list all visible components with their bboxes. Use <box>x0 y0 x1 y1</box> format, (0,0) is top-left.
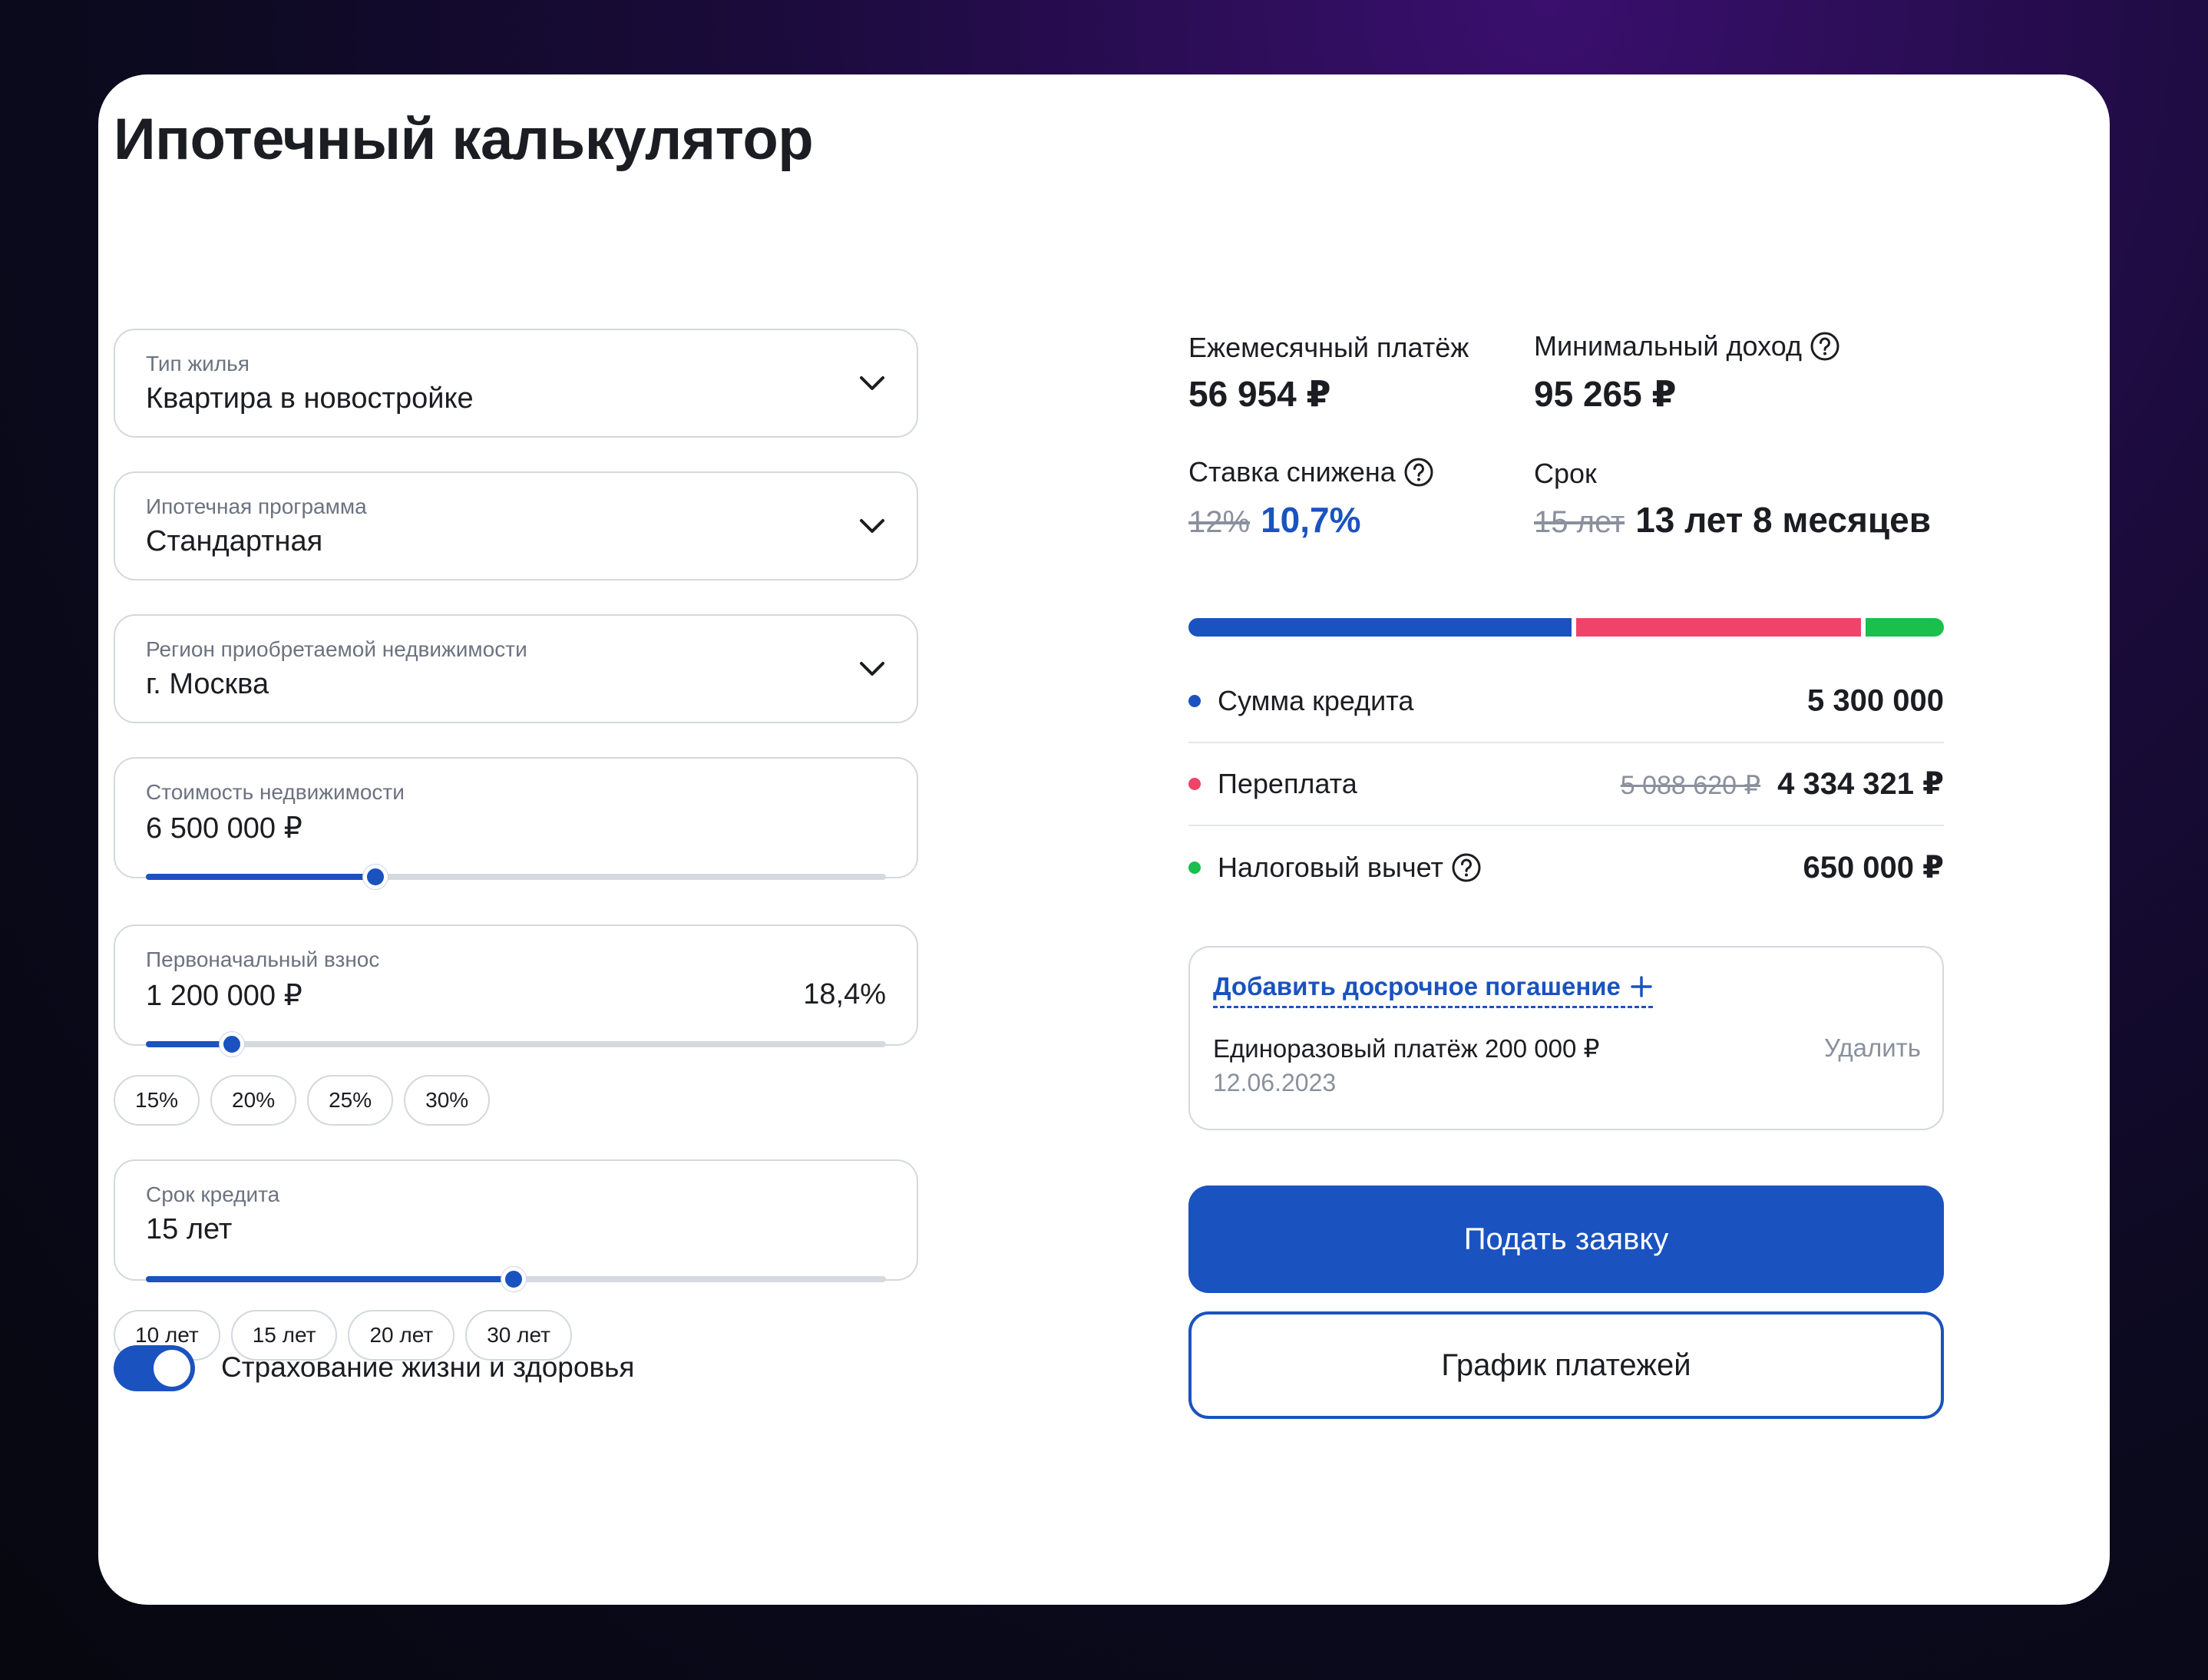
slider-thumb[interactable] <box>362 865 388 889</box>
plus-icon <box>1631 976 1652 997</box>
chip-20-percent[interactable]: 20% <box>210 1075 297 1126</box>
help-icon[interactable] <box>1403 457 1434 488</box>
min-income-value: 95 265 ₽ <box>1534 374 1677 414</box>
program-value: Стандартная <box>146 525 323 557</box>
loan-amount-value: 5 300 000 <box>1807 684 1944 719</box>
monthly-payment-label-text: Ежемесячный платёж <box>1188 332 1469 363</box>
rate-value: 12% 10,7% <box>1188 499 1361 541</box>
chevron-down-icon[interactable] <box>857 653 887 684</box>
loan-term-slider[interactable] <box>146 1267 886 1291</box>
monthly-payment-value: 56 954 ₽ <box>1188 374 1331 414</box>
slider-fill <box>146 874 375 880</box>
tax-deduction-label-text: Налоговый вычет <box>1218 852 1443 883</box>
down-payment-percent: 18,4% <box>803 978 886 1010</box>
tax-deduction-label: Налоговый вычет <box>1218 852 1482 884</box>
help-icon[interactable] <box>1810 331 1840 362</box>
slider-track <box>146 1041 886 1047</box>
chevron-down-icon[interactable] <box>857 368 887 399</box>
chevron-down-icon[interactable] <box>857 511 887 541</box>
loan-term-label: Срок кредита <box>146 1182 280 1206</box>
rate-label-text: Ставка снижена <box>1188 456 1396 488</box>
chip-25-percent[interactable]: 25% <box>307 1075 394 1126</box>
loan-dot <box>1188 695 1201 707</box>
min-income-label: Минимальный доход <box>1534 330 1840 362</box>
slider-thumb[interactable] <box>219 1032 244 1057</box>
delete-early-payment-button[interactable]: Удалить <box>1824 1033 1921 1063</box>
overpay-value: 5 088 620 ₽ 4 334 321 ₽ <box>1621 766 1944 802</box>
term-summary-value: 15 лет 13 лет 8 месяцев <box>1534 499 1931 541</box>
region-value: г. Москва <box>146 668 269 700</box>
loan-amount-row: Сумма кредита 5 300 000 <box>1188 660 1944 743</box>
monthly-payment-label: Ежемесячный платёж <box>1188 332 1469 364</box>
payment-schedule-button[interactable]: График платежей <box>1188 1311 1944 1419</box>
breakdown-segment-3 <box>1865 618 1944 637</box>
term-summary-label: Срок <box>1534 458 1597 490</box>
slider-fill <box>146 1276 514 1282</box>
tax-deduction-value-text: 650 000 ₽ <box>1803 851 1944 885</box>
loan-term-value[interactable]: 15 лет <box>146 1213 232 1246</box>
overpay-label: Переплата <box>1218 768 1357 800</box>
breakdown-segment-2 <box>1575 618 1861 637</box>
chip-30-percent[interactable]: 30% <box>404 1075 491 1126</box>
rate-label: Ставка снижена <box>1188 456 1434 488</box>
property-cost-slider[interactable] <box>146 865 886 889</box>
housing-type-label: Тип жилья <box>146 352 250 375</box>
add-early-repayment-text: Добавить досрочное погашение <box>1213 972 1621 1000</box>
overpay-row: Переплата 5 088 620 ₽ 4 334 321 ₽ <box>1188 743 1944 826</box>
down-payment-value[interactable]: 1 200 000 ₽ <box>146 978 302 1013</box>
down-payment-field[interactable]: Первоначальный взнос 1 200 000 ₽ 18,4% <box>114 924 918 1057</box>
insurance-label: Страхование жизни и здоровья <box>221 1351 635 1383</box>
help-icon[interactable] <box>1451 852 1482 883</box>
min-income-label-text: Минимальный доход <box>1534 330 1802 362</box>
region-select[interactable]: Регион приобретаемой недвижимости г. Мос… <box>114 614 918 723</box>
add-early-repayment-link[interactable]: Добавить досрочное погашение <box>1213 972 1653 1008</box>
new-term: 13 лет 8 месяцев <box>1635 500 1931 540</box>
page-title: Ипотечный калькулятор <box>114 107 814 172</box>
down-payment-chips: 15% 20% 25% 30% <box>114 1075 491 1126</box>
overpay-dot <box>1188 778 1201 790</box>
new-rate: 10,7% <box>1261 500 1361 540</box>
apply-button[interactable]: Подать заявку <box>1188 1186 1944 1293</box>
program-select[interactable]: Ипотечная программа Стандартная <box>114 471 918 580</box>
region-label: Регион приобретаемой недвижимости <box>146 637 527 661</box>
down-payment-label: Первоначальный взнос <box>146 947 380 971</box>
property-cost-field[interactable]: Стоимость недвижимости 6 500 000 ₽ <box>114 757 918 889</box>
loan-amount-value-text: 5 300 000 <box>1807 683 1944 718</box>
chip-15-percent[interactable]: 15% <box>114 1075 200 1126</box>
program-label: Ипотечная программа <box>146 494 367 518</box>
down-payment-slider[interactable] <box>146 1032 886 1057</box>
early-repayment-card: Добавить досрочное погашение Единоразовы… <box>1188 946 1944 1130</box>
tax-deduction-value: 650 000 ₽ <box>1803 850 1944 885</box>
property-cost-value[interactable]: 6 500 000 ₽ <box>146 811 302 845</box>
toggle-knob <box>154 1350 190 1387</box>
overpay-label-text: Переплата <box>1218 768 1357 799</box>
loan-amount-label-text: Сумма кредита <box>1218 685 1414 716</box>
early-payment-date: 12.06.2023 <box>1213 1069 1337 1096</box>
old-rate: 12% <box>1188 505 1251 539</box>
overpay-old: 5 088 620 ₽ <box>1620 771 1761 800</box>
old-term: 15 лет <box>1534 505 1625 539</box>
early-payment-item: Единоразовый платёж 200 000 ₽ <box>1213 1034 1600 1063</box>
slider-thumb[interactable] <box>501 1267 527 1291</box>
breakdown-bar <box>1188 618 1944 637</box>
insurance-toggle[interactable] <box>114 1345 195 1391</box>
term-summary-label-text: Срок <box>1534 458 1597 489</box>
tax-dot <box>1188 861 1201 874</box>
loan-amount-label: Сумма кредита <box>1218 685 1413 717</box>
overpay-new: 4 334 321 ₽ <box>1777 767 1944 801</box>
property-cost-label: Стоимость недвижимости <box>146 780 405 804</box>
housing-type-value: Квартира в новостройке <box>146 382 474 415</box>
housing-type-select[interactable]: Тип жилья Квартира в новостройке <box>114 329 918 438</box>
loan-term-field[interactable]: Срок кредита 15 лет <box>114 1159 918 1291</box>
tax-deduction-row: Налоговый вычет 650 000 ₽ <box>1188 826 1944 909</box>
breakdown-segment-1 <box>1188 618 1572 637</box>
